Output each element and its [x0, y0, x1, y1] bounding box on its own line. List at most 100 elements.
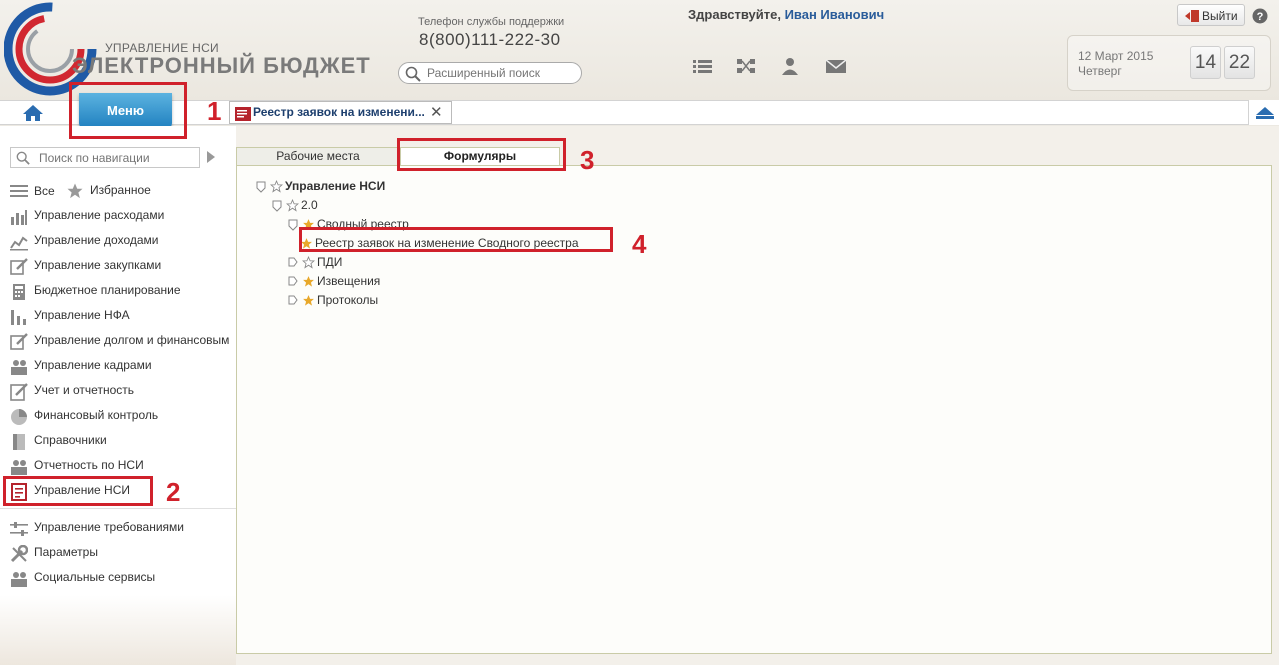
- sidebar-item[interactable]: Управление доходами: [10, 231, 236, 251]
- star-icon: [67, 183, 83, 199]
- tree-node[interactable]: 2.0: [272, 197, 632, 214]
- sidebar-item[interactable]: Финансовый контроль: [10, 406, 236, 426]
- tab-bar: [0, 100, 1279, 125]
- user-name[interactable]: Иван Иванович: [785, 7, 885, 22]
- annotation-box-2: [3, 476, 153, 506]
- annotation-box-4: [299, 227, 613, 252]
- sidebar-item-label: Социальные сервисы: [34, 570, 156, 584]
- mail-icon[interactable]: [825, 56, 847, 76]
- list-icon[interactable]: [692, 56, 714, 76]
- chart-line-icon: [10, 236, 28, 251]
- sidebar-item-label: Управление НФА: [34, 308, 130, 322]
- sliders-icon: [10, 522, 28, 536]
- collapsed-toggle-icon[interactable]: [288, 276, 298, 288]
- sidebar-item[interactable]: Управление долгом и финансовым: [10, 331, 236, 351]
- nav-search-input[interactable]: [39, 150, 194, 165]
- sidebar-item-all[interactable]: Все: [10, 182, 70, 202]
- edit-icon: [10, 333, 28, 350]
- current-date: 12 Март 2015: [1078, 49, 1154, 63]
- sidebar-item-label: Управление долгом и финансовым: [34, 333, 230, 347]
- sidebar-item[interactable]: Управление требованиями: [10, 518, 236, 538]
- sidebar-item-label: Управление расходами: [34, 208, 165, 222]
- sidebar-item-label: Управление требованиями: [34, 520, 184, 534]
- collapsed-toggle-icon[interactable]: [288, 295, 298, 307]
- sidebar-item[interactable]: Управление расходами: [10, 206, 236, 226]
- hierarchy-icon[interactable]: [735, 56, 757, 76]
- sidebar-item[interactable]: Параметры: [10, 543, 236, 563]
- wrench-icon: [10, 545, 28, 563]
- annotation-box-3: [397, 138, 566, 171]
- tree-node[interactable]: ПДИ: [288, 254, 648, 271]
- sidebar-item-label: Избранное: [90, 183, 151, 197]
- support-phone: 8(800)111-222-30: [419, 30, 561, 49]
- tree-node-label: 2.0: [301, 198, 318, 212]
- header: УПРАВЛЕНИЕ НСИ ЭЛЕКТРОННЫЙ БЮДЖЕТ Телефо…: [0, 0, 1279, 100]
- sidebar-item-label: Все: [34, 184, 55, 198]
- sidebar-item[interactable]: Управление закупками: [10, 256, 236, 276]
- people-icon: [11, 572, 27, 587]
- sidebar-item[interactable]: Социальные сервисы: [10, 568, 236, 588]
- star-outline-icon[interactable]: [302, 256, 315, 269]
- help-icon[interactable]: ?: [1252, 8, 1268, 24]
- sidebar-item[interactable]: Управление кадрами: [10, 356, 236, 376]
- star-outline-icon[interactable]: [286, 199, 299, 212]
- tree-node-label: Управление НСИ: [285, 179, 386, 193]
- sidebar-item-label: Финансовый контроль: [34, 408, 159, 422]
- greeting-text: Здравствуйте,: [688, 7, 781, 22]
- svg-text:?: ?: [1257, 11, 1264, 23]
- advanced-search[interactable]: [398, 62, 582, 84]
- tree-node-label: ПДИ: [317, 255, 343, 269]
- chart-bar-icon: [11, 210, 27, 225]
- sidebar-item[interactable]: Отчетность по НСИ: [10, 456, 236, 476]
- tab-registry[interactable]: Реестр заявок на изменени... ✕: [229, 101, 452, 124]
- expanded-toggle-icon[interactable]: [256, 181, 266, 193]
- book-icon: [13, 434, 25, 450]
- pie-icon: [11, 409, 27, 425]
- sidebar-item[interactable]: Бюджетное планирование: [10, 281, 236, 301]
- sidebar-item[interactable]: Справочники: [10, 431, 236, 451]
- users-icon[interactable]: [779, 56, 801, 76]
- exit-button[interactable]: Выйти: [1177, 4, 1245, 26]
- registry-icon: [235, 107, 251, 121]
- edit-icon: [10, 258, 28, 275]
- clock-hours: 14: [1190, 46, 1221, 79]
- star-filled-icon[interactable]: [302, 275, 315, 288]
- sidebar-item[interactable]: Управление НФА: [10, 306, 236, 326]
- expanded-toggle-icon[interactable]: [288, 219, 298, 231]
- greeting: Здравствуйте, Иван Иванович: [688, 7, 884, 22]
- people-icon: [11, 460, 27, 475]
- tab-workplaces[interactable]: Рабочие места: [236, 147, 400, 166]
- support-label: Телефон службы поддержки: [418, 16, 565, 28]
- tree-node[interactable]: Извещения: [288, 273, 648, 290]
- sidebar-item-label: Управление закупками: [34, 258, 162, 272]
- star-filled-icon[interactable]: [302, 294, 315, 307]
- advanced-search-input[interactable]: [427, 65, 577, 81]
- collapse-header-button[interactable]: [1248, 100, 1279, 125]
- expanded-toggle-icon[interactable]: [272, 200, 282, 212]
- main-area: Рабочие места Формуляры Управление НСИ 2.…: [236, 126, 1279, 665]
- sidebar-item-label: Учет и отчетность: [34, 383, 134, 397]
- search-icon: [405, 66, 421, 82]
- nav-search-arrow-icon[interactable]: [207, 151, 215, 163]
- calculator-icon: [13, 284, 25, 300]
- sidebar-item[interactable]: Учет и отчетность: [10, 381, 236, 401]
- tree-node-label: Извещения: [317, 274, 381, 288]
- datetime-panel: 12 Март 2015 Четверг 14 22: [1067, 35, 1271, 91]
- annotation-box-1: [69, 82, 187, 139]
- annotation-number-4: 4: [632, 229, 647, 259]
- current-weekday: Четверг: [1078, 64, 1122, 78]
- nav-search[interactable]: [10, 147, 200, 168]
- sidebar-item-label: Управление кадрами: [34, 358, 152, 372]
- tree-node[interactable]: Протоколы: [288, 292, 648, 309]
- tree-node-label: Протоколы: [317, 293, 379, 307]
- home-icon[interactable]: [22, 104, 44, 122]
- background-decoration: [0, 595, 236, 665]
- sidebar: Все Избранное Управление расходами Управл…: [0, 126, 236, 665]
- tree-node[interactable]: Управление НСИ: [256, 178, 616, 195]
- menu-lines-icon: [10, 185, 28, 197]
- sidebar-item-favorites[interactable]: Избранное: [66, 180, 166, 200]
- close-icon[interactable]: ✕: [430, 103, 443, 121]
- collapsed-toggle-icon[interactable]: [288, 257, 298, 269]
- star-outline-icon[interactable]: [270, 180, 283, 193]
- sidebar-item-label: Параметры: [34, 545, 98, 559]
